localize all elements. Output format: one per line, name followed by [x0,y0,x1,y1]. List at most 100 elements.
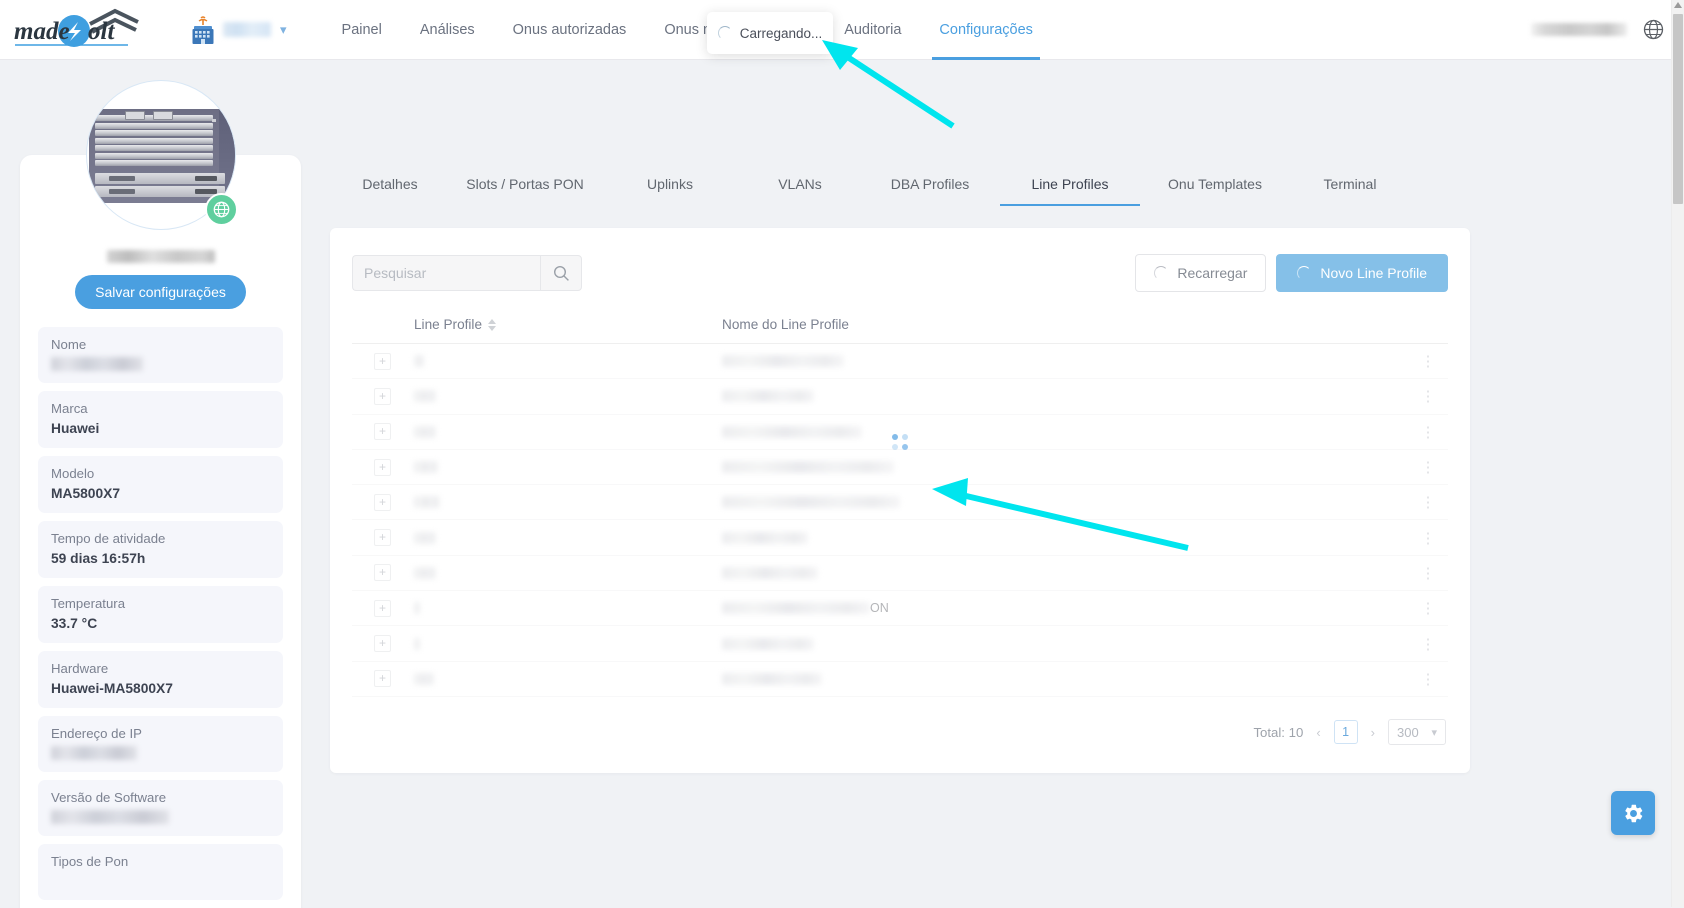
row-menu-button[interactable]: ⋮ [1408,387,1448,405]
row-expand-cell: + [352,600,414,617]
scrollbar-thumb[interactable] [1673,14,1683,204]
nav-item-configuracoes[interactable]: Configurações [920,0,1052,60]
expand-row-button[interactable]: + [374,423,391,440]
tab-dba-profiles[interactable]: DBA Profiles [860,176,1000,206]
row-name-cell [722,496,1408,508]
tab-detalhes[interactable]: Detalhes [330,176,450,206]
expand-row-button[interactable]: + [374,600,391,617]
row-name-cell [722,673,1408,685]
table-row[interactable]: + ⋮ [352,626,1448,661]
tab-vlans[interactable]: VLANs [740,176,860,206]
table-row[interactable]: + ⋮ [352,344,1448,379]
table-row[interactable]: + ⋮ [352,520,1448,555]
nav-item-painel[interactable]: Painel [323,0,401,60]
row-menu-button[interactable]: ⋮ [1408,529,1448,547]
tab-onu-templates[interactable]: Onu Templates [1140,176,1290,206]
expand-row-button[interactable]: + [374,494,391,511]
expand-row-button[interactable]: + [374,459,391,476]
line-profiles-table: Line Profile Nome do Line Profile + ⋮ + … [352,306,1448,697]
info-value: 33.7 °C [51,616,270,631]
row-line-profile-cell [414,602,722,614]
page-size-select[interactable]: 300 ▾ [1388,719,1446,745]
row-menu-button[interactable]: ⋮ [1408,352,1448,370]
nav-item-auditoria[interactable]: Auditoria [825,0,920,60]
expand-row-button[interactable]: + [374,670,391,687]
expand-row-button[interactable]: + [374,564,391,581]
row-expand-cell: + [352,670,414,687]
new-line-profile-button[interactable]: Novo Line Profile [1276,254,1448,292]
row-menu-button[interactable]: ⋮ [1408,564,1448,582]
chevron-right-icon[interactable]: › [1368,725,1378,740]
tab-terminal[interactable]: Terminal [1290,176,1410,206]
table-header-line-profile[interactable]: Line Profile [414,317,722,332]
row-expand-cell: + [352,423,414,440]
app-logo[interactable]: made olt [12,8,142,52]
page-number-1[interactable]: 1 [1334,720,1358,744]
expand-row-button[interactable]: + [374,635,391,652]
search-button[interactable] [540,255,582,291]
device-psu-b [153,111,173,120]
row-menu-button[interactable]: ⋮ [1408,635,1448,653]
panel-toolbar: Recarregar Novo Line Profile [352,254,1448,292]
loading-toast: Carregando... [707,12,833,54]
info-value: MA5800X7 [51,486,270,501]
row-name-cell [722,461,1408,473]
info-label: Modelo [51,466,270,481]
row-name-cell [722,532,1408,544]
device-sidebar: Salvar configurações Nome Marca Huawei M… [20,155,301,908]
tab-uplinks[interactable]: Uplinks [600,176,740,206]
row-line-profile-cell [414,390,722,402]
total-count-label: Total: 10 [1253,725,1303,740]
main-nav: Painel Análises Onus autorizadas Onus nã… [323,0,1052,60]
table-row[interactable]: + ⋮ [352,450,1448,485]
info-value: Huawei-MA5800X7 [51,681,270,696]
device-slots [95,115,213,173]
row-menu-button[interactable]: ⋮ [1408,458,1448,476]
globe-icon[interactable] [1643,19,1664,40]
new-line-profile-label: Novo Line Profile [1320,265,1427,281]
info-value: Huawei [51,421,270,436]
row-expand-cell: + [352,459,414,476]
four-dot-spinner-icon [892,434,908,450]
row-menu-button[interactable]: ⋮ [1408,599,1448,617]
row-menu-button[interactable]: ⋮ [1408,423,1448,441]
org-switcher[interactable]: ▾ [190,15,287,45]
row-line-profile-cell [414,567,722,579]
tab-slots-portas-pon[interactable]: Slots / Portas PON [450,176,600,206]
table-row[interactable]: + ⋮ [352,556,1448,591]
tab-line-profiles[interactable]: Line Profiles [1000,176,1140,206]
info-card-endereco-de-ip: Endereço de IP [38,716,283,772]
info-value-blurred [51,357,143,371]
expand-row-button[interactable]: + [374,529,391,546]
chevron-down-icon: ▾ [280,23,287,36]
row-expand-cell: + [352,494,414,511]
settings-fab-button[interactable] [1611,791,1655,835]
chevron-left-icon[interactable]: ‹ [1313,725,1323,740]
header-right-group [1531,19,1664,40]
table-header-nome-line-profile: Nome do Line Profile [722,317,1408,332]
save-settings-button[interactable]: Salvar configurações [75,275,246,309]
info-label: Endereço de IP [51,726,270,741]
table-row[interactable]: + ⋮ [352,662,1448,697]
table-row[interactable]: + ON ⋮ [352,591,1448,626]
expand-row-button[interactable]: + [374,353,391,370]
row-line-profile-cell [414,496,722,508]
table-row[interactable]: + ⋮ [352,379,1448,414]
nav-item-onus-autorizadas[interactable]: Onus autorizadas [494,0,646,60]
nav-item-analises[interactable]: Análises [401,0,494,60]
expand-row-button[interactable]: + [374,388,391,405]
info-label: Marca [51,401,270,416]
reload-button[interactable]: Recarregar [1135,254,1266,292]
search-input[interactable] [352,255,540,291]
page-scrollbar[interactable] [1671,0,1684,907]
globe-icon [213,201,230,218]
row-menu-button[interactable]: ⋮ [1408,670,1448,688]
loading-toast-label: Carregando... [740,26,823,41]
row-expand-cell: + [352,388,414,405]
scroll-up-arrow-icon[interactable] [1674,2,1682,8]
row-menu-button[interactable]: ⋮ [1408,493,1448,511]
toolbar-actions: Recarregar Novo Line Profile [1135,254,1448,292]
info-card-versao-de-software: Versão de Software [38,780,283,836]
sort-arrows-icon[interactable] [488,319,496,331]
table-row[interactable]: + ⋮ [352,485,1448,520]
